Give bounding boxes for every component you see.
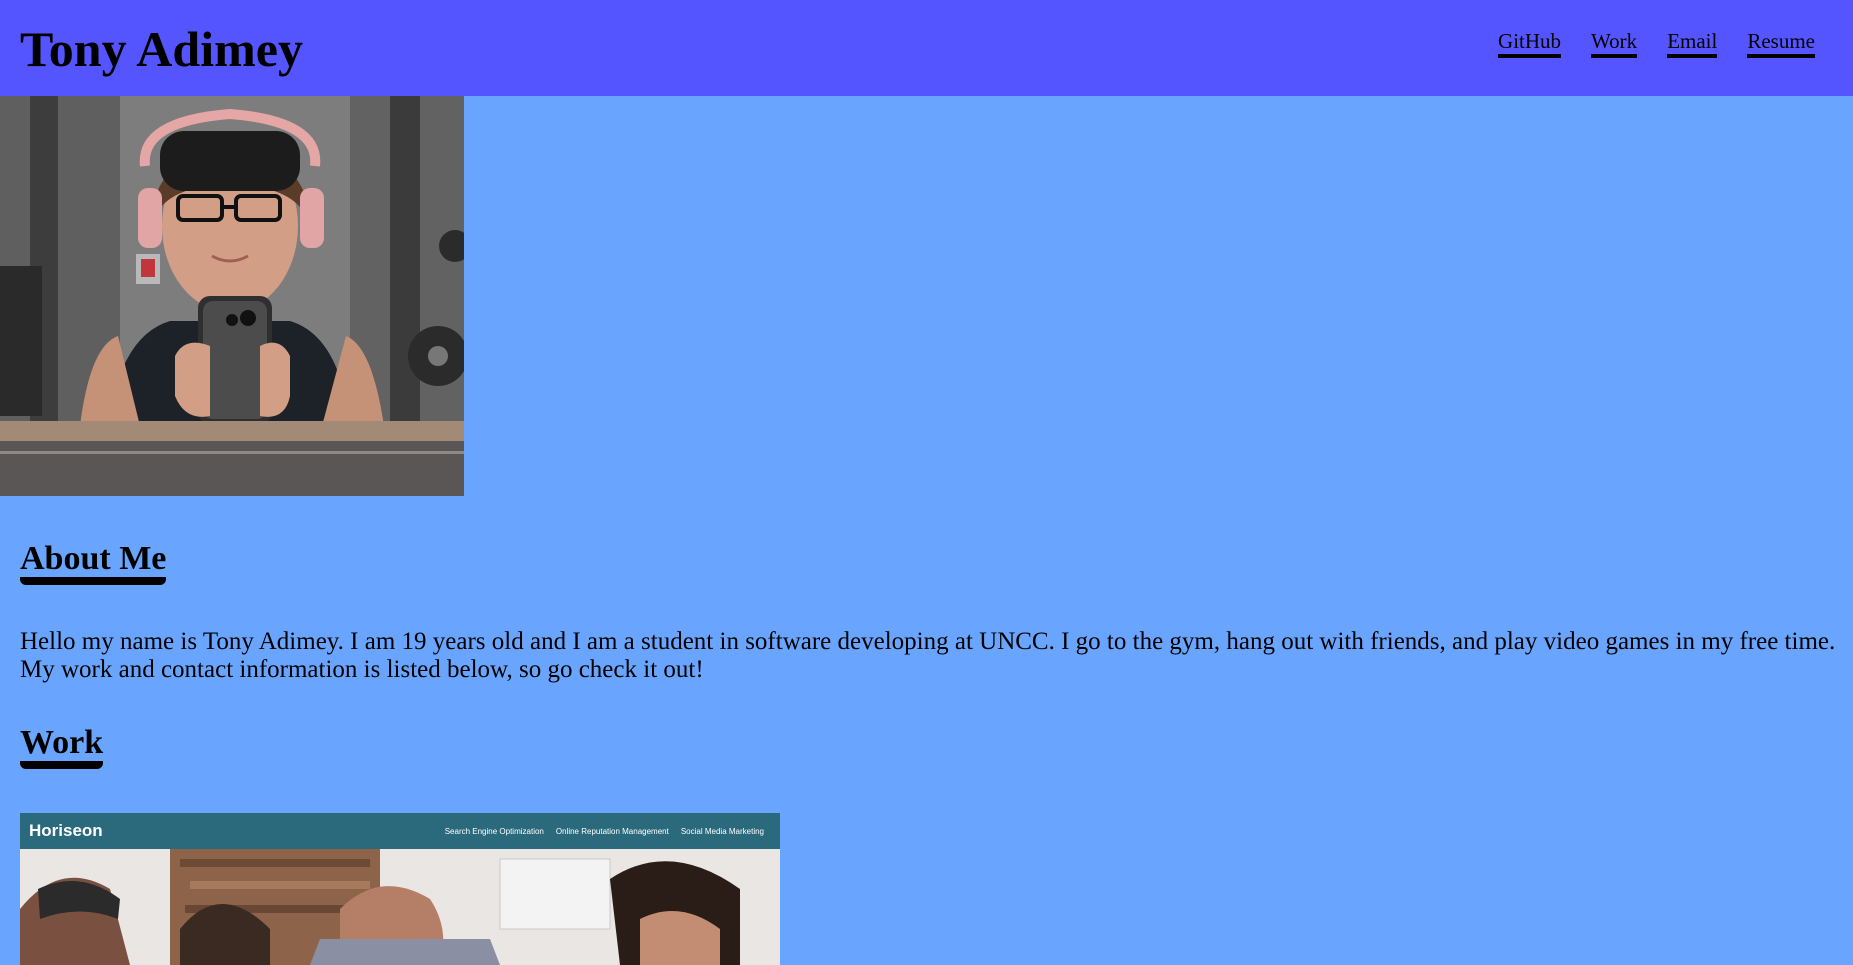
thumbnail-nav-item: Social Media Marketing xyxy=(680,826,764,836)
nav-link-resume[interactable]: Resume xyxy=(1747,29,1815,59)
nav-link-email[interactable]: Email xyxy=(1667,29,1718,59)
thumbnail-photo-illustration xyxy=(20,849,780,965)
thumbnail-site-logo: Horiseon xyxy=(29,821,103,840)
thumbnail-site-nav: Search Engine Optimization Online Reputa… xyxy=(445,827,764,836)
profile-photo-illustration xyxy=(0,96,464,496)
nav-link-work[interactable]: Work xyxy=(1591,29,1638,59)
thumbnail-site-header: Horiseon Search Engine Optimization Onli… xyxy=(20,813,780,849)
about-text: Hello my name is Tony Adimey. I am 19 ye… xyxy=(20,628,1836,683)
work-heading: Work xyxy=(20,724,104,770)
site-header: Tony Adimey GitHub Work Email Resume xyxy=(0,0,1853,96)
work-project-thumbnail[interactable]: Horiseon Search Engine Optimization Onli… xyxy=(20,813,780,965)
main-nav: GitHub Work Email Resume xyxy=(1498,29,1815,59)
thumbnail-nav-item: Search Engine Optimization xyxy=(444,826,544,836)
profile-photo xyxy=(0,96,464,496)
about-heading: About Me xyxy=(20,540,167,586)
site-title: Tony Adimey xyxy=(20,21,303,77)
thumbnail-nav-item: Online Reputation Management xyxy=(555,826,669,836)
nav-link-github[interactable]: GitHub xyxy=(1498,29,1562,59)
